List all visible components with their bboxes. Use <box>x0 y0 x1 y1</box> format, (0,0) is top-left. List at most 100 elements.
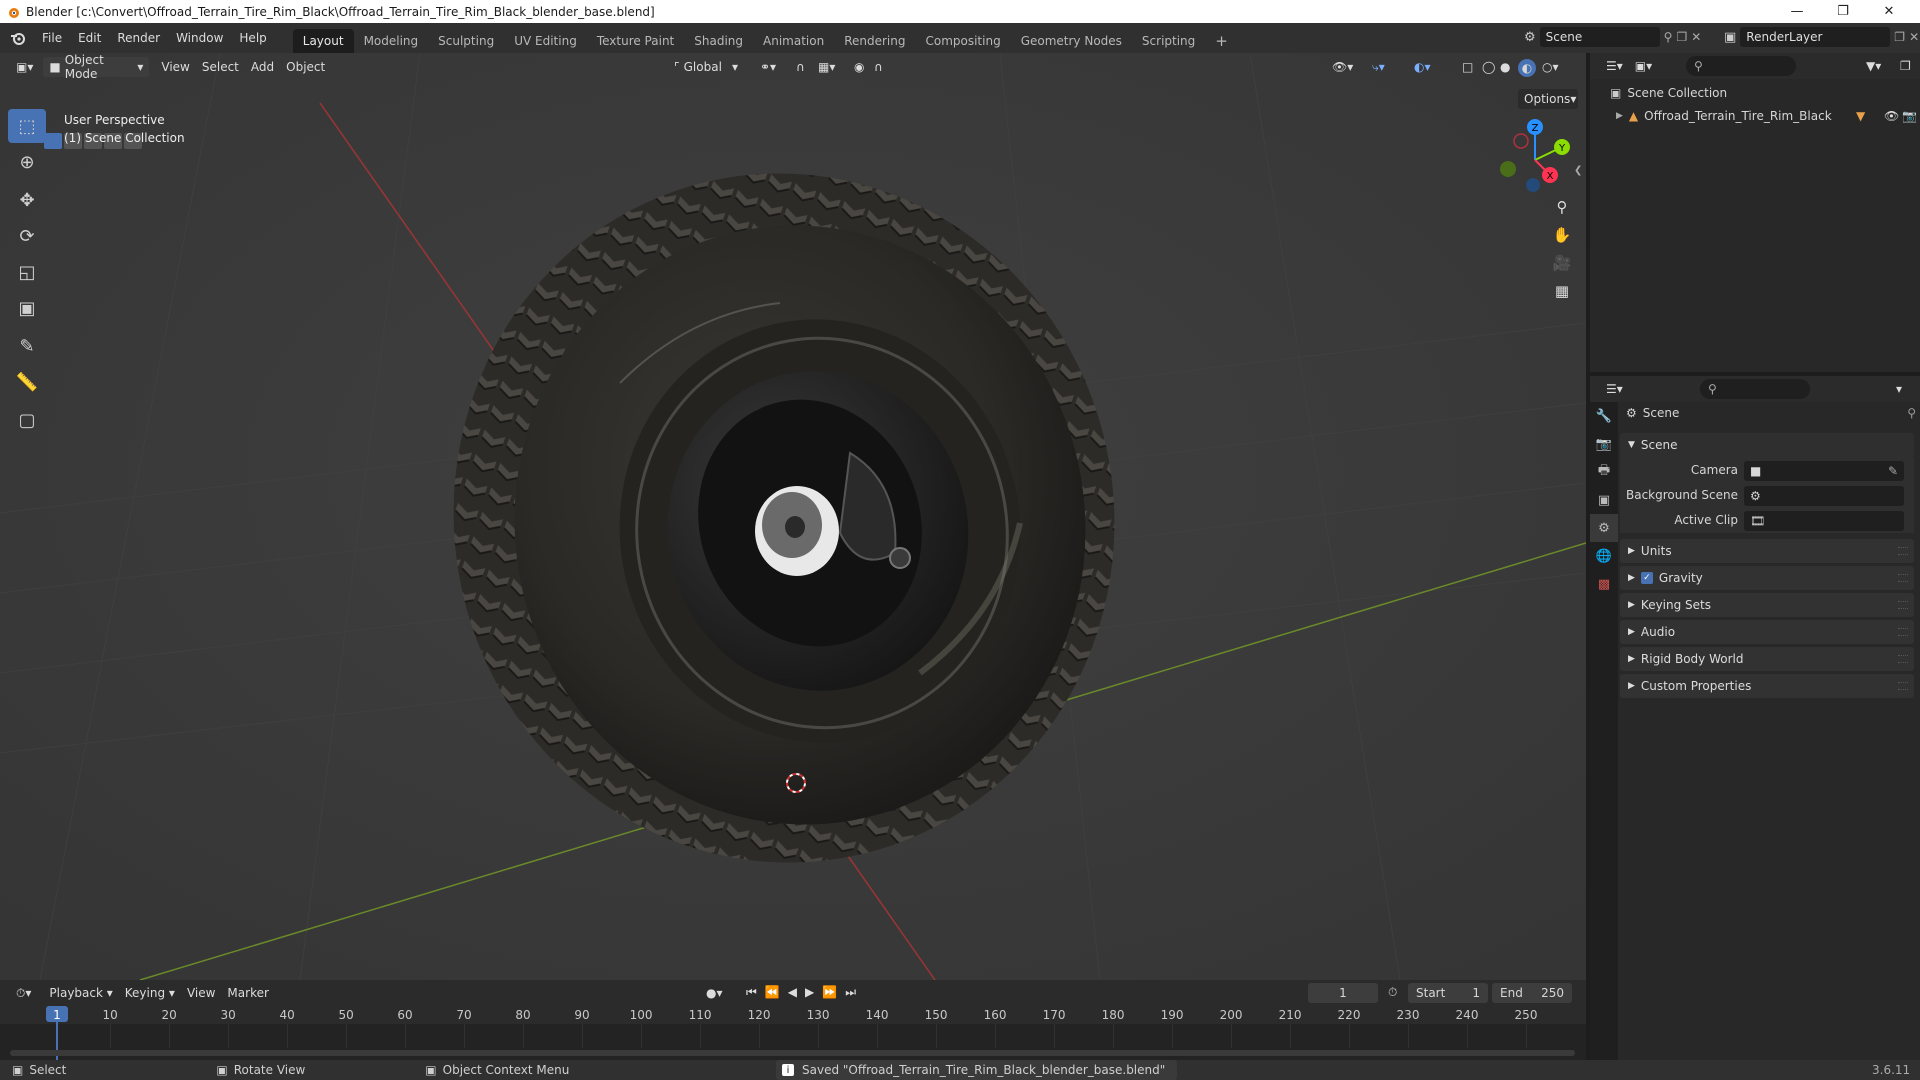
pan-hand-icon[interactable]: ✋ <box>1548 221 1576 249</box>
snap-target-icon[interactable]: ▦▾ <box>812 57 841 77</box>
texture-tab-icon[interactable]: ▩ <box>1590 570 1618 598</box>
timeline-track[interactable]: 1 10 20 30 40 50 60 70 80 90 100 110 120 130 140 150 160… <box>0 1006 1586 1060</box>
scene-name-field[interactable]: Scene <box>1539 27 1660 47</box>
keying-sets-panel[interactable]: ▶ Keying Sets <box>1620 593 1914 617</box>
jump-start-icon[interactable]: ⏮ <box>746 985 757 1000</box>
menu-help[interactable]: Help <box>231 23 274 53</box>
mode-dropdown[interactable]: ■ Object Mode ▾ <box>43 53 150 81</box>
menu-edit[interactable]: Edit <box>70 23 109 53</box>
measure-tool-icon[interactable]: 📏 <box>8 365 46 399</box>
display-mode-icon[interactable]: ▣▾ <box>1629 56 1658 76</box>
options-dropdown[interactable]: Options ▾ <box>1518 89 1578 109</box>
custom-properties-panel[interactable]: ▶ Custom Properties <box>1620 674 1914 698</box>
drag-handle-icon[interactable] <box>1898 655 1908 663</box>
new-collection-icon[interactable]: ❐ <box>1894 56 1917 76</box>
close-window-button[interactable]: ✕ <box>1866 0 1912 23</box>
timeline-scrollbar[interactable] <box>10 1050 1575 1056</box>
collapse-sidebar-icon[interactable]: ❮ <box>1574 165 1582 176</box>
active-clip-field[interactable]: 🎞 <box>1744 511 1904 531</box>
solid-shading-icon[interactable]: ● <box>1494 57 1516 77</box>
view-layer-tab-icon[interactable]: ▣ <box>1590 486 1618 514</box>
cursor-tool-icon[interactable]: ⊕ <box>8 145 46 179</box>
expand-arrow-icon[interactable]: ▶ <box>1616 111 1623 121</box>
next-keyframe-icon[interactable]: ⏩ <box>822 985 837 1000</box>
material-preview-shading-icon[interactable]: ◐ <box>1518 59 1536 77</box>
maximize-button[interactable]: ❐ <box>1820 0 1866 23</box>
render-camera-icon[interactable]: 📷 <box>1902 109 1917 123</box>
transform-orientation-dropdown[interactable]: ⌜ Global ▾ <box>668 57 744 77</box>
camera-field[interactable]: ■ ✎ <box>1744 461 1904 481</box>
outliner-search-input[interactable]: ⚲ <box>1686 56 1796 76</box>
current-frame-field[interactable]: 1 <box>1308 983 1378 1003</box>
outliner-editor-type-icon[interactable]: ☰▾ <box>1600 56 1629 76</box>
tab-modeling[interactable]: Modeling <box>354 29 429 53</box>
transform-tool-icon[interactable]: ▣ <box>8 291 46 325</box>
menu-render[interactable]: Render <box>109 23 168 53</box>
output-tab-icon[interactable]: 🖶 <box>1590 458 1618 486</box>
preview-range-icon[interactable]: ⏱ <box>1388 985 1397 1000</box>
units-panel[interactable]: ▶ Units <box>1620 539 1914 563</box>
object-menu[interactable]: Object <box>280 57 331 77</box>
new-scene-icon[interactable]: ❐ <box>1676 30 1687 44</box>
delete-scene-icon[interactable]: ✕ <box>1691 30 1701 44</box>
tab-rendering[interactable]: Rendering <box>834 29 915 53</box>
overlay-toggle-icon[interactable]: ◐▾ <box>1408 57 1437 77</box>
rendered-shading-icon[interactable]: ○▾ <box>1536 57 1565 77</box>
pivot-point-icon[interactable]: ⚭▾ <box>754 57 782 77</box>
menu-file[interactable]: File <box>34 23 70 53</box>
drag-handle-icon[interactable] <box>1898 682 1908 690</box>
snap-icon[interactable]: ∩ <box>790 57 811 77</box>
view-menu[interactable]: View <box>155 57 195 77</box>
add-cube-tool-icon[interactable]: ▢ <box>8 403 46 437</box>
visibility-eye-icon[interactable]: 👁 <box>1884 109 1899 123</box>
gravity-checkbox[interactable]: ✓ <box>1640 572 1653 584</box>
3d-viewport[interactable]: ▣▾ ■ Object Mode ▾ View Select Add Objec… <box>0 53 1586 980</box>
pin-icon[interactable]: ⚲ <box>1664 30 1673 44</box>
drag-handle-icon[interactable] <box>1898 628 1908 636</box>
gizmo-toggle-icon[interactable]: ⤷▾ <box>1366 57 1391 77</box>
add-menu[interactable]: Add <box>245 57 280 77</box>
minimize-button[interactable]: — <box>1774 0 1820 23</box>
timeline-view-menu[interactable]: View <box>181 983 221 1003</box>
tab-shading[interactable]: Shading <box>684 29 753 53</box>
audio-panel[interactable]: ▶ Audio <box>1620 620 1914 644</box>
scene-panel-header[interactable]: ▼ Scene <box>1620 433 1914 457</box>
move-tool-icon[interactable]: ✥ <box>8 183 46 217</box>
outliner-root-row[interactable]: ▣ Scene Collection <box>1610 86 1727 100</box>
rigid-body-world-panel[interactable]: ▶ Rigid Body World <box>1620 647 1914 671</box>
scene-tab-icon[interactable]: ⚙ <box>1590 514 1618 542</box>
render-layer-field[interactable]: RenderLayer <box>1740 27 1891 47</box>
visibility-icon[interactable]: 👁▾ <box>1326 57 1359 77</box>
prev-keyframe-icon[interactable]: ⏪ <box>765 985 780 1000</box>
properties-editor-type-icon[interactable]: ☰▾ <box>1600 379 1629 399</box>
jump-end-icon[interactable]: ⏭ <box>845 985 856 1000</box>
add-workspace-button[interactable]: + <box>1205 29 1238 53</box>
new-layer-icon[interactable]: ❐ <box>1894 30 1905 44</box>
perspective-toggle-icon[interactable]: ▦ <box>1548 277 1576 305</box>
tab-geometry-nodes[interactable]: Geometry Nodes <box>1011 29 1132 53</box>
playback-menu[interactable]: Playback ▾ <box>43 983 118 1003</box>
tab-uv-editing[interactable]: UV Editing <box>504 29 587 53</box>
drag-handle-icon[interactable] <box>1898 547 1908 555</box>
eyedropper-icon[interactable]: ✎ <box>1888 464 1898 478</box>
auto-keying-icon[interactable]: ●▾ <box>700 983 729 1003</box>
start-frame-field[interactable]: Start 1 <box>1408 983 1488 1003</box>
play-icon[interactable]: ▶ <box>805 985 814 1000</box>
keying-menu[interactable]: Keying ▾ <box>119 983 181 1003</box>
rotate-tool-icon[interactable]: ⟳ <box>8 219 46 253</box>
camera-view-icon[interactable]: 🎥 <box>1548 249 1576 277</box>
annotate-tool-icon[interactable]: ✎ <box>8 329 46 363</box>
drag-handle-icon[interactable] <box>1898 601 1908 609</box>
outliner-item[interactable]: ▶ ▲ Offroad_Terrain_Tire_Rim_Black ▼ 👁 📷 <box>1616 106 1917 126</box>
zoom-icon[interactable]: ⚲ <box>1548 193 1576 221</box>
chevron-down-icon[interactable]: ▾ <box>1890 379 1908 399</box>
tool-tab-icon[interactable]: 🔧 <box>1590 402 1618 430</box>
marker-menu[interactable]: Marker <box>221 983 274 1003</box>
falloff-icon[interactable]: ∩ <box>868 57 889 77</box>
timeline-editor-type-icon[interactable]: ⏱▾ <box>10 983 37 1003</box>
end-frame-field[interactable]: End 250 <box>1492 983 1572 1003</box>
tab-sculpting[interactable]: Sculpting <box>428 29 504 53</box>
tab-layout[interactable]: Layout <box>292 29 354 53</box>
render-tab-icon[interactable]: 📷 <box>1590 430 1618 458</box>
scale-tool-icon[interactable]: ◱ <box>8 255 46 289</box>
